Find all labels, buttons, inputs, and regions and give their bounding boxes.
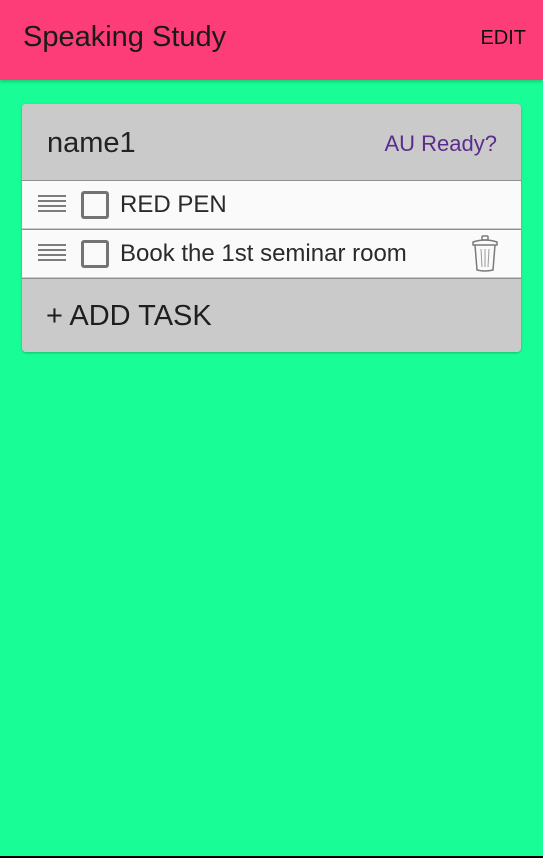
app-bar: Speaking Study EDIT <box>0 0 543 80</box>
trash-icon[interactable] <box>471 235 499 273</box>
task-row: RED PEN <box>22 180 521 228</box>
drag-handle-icon[interactable] <box>38 195 66 215</box>
task-row: Book the 1st seminar room <box>22 229 521 277</box>
task-checkbox[interactable] <box>81 240 109 268</box>
card-header: name1 AU Ready? <box>22 104 521 180</box>
card-status-link[interactable]: AU Ready? <box>384 131 497 157</box>
task-label: Book the 1st seminar room <box>120 240 407 267</box>
task-checkbox[interactable] <box>81 191 109 219</box>
task-label: RED PEN <box>120 191 227 218</box>
card-name: name1 <box>47 127 136 159</box>
app-title: Speaking Study <box>23 21 227 53</box>
add-task-area: + ADD TASK <box>22 278 521 352</box>
add-task-button[interactable]: + ADD TASK <box>46 300 212 333</box>
edit-button[interactable]: EDIT <box>480 27 526 50</box>
task-card: name1 AU Ready? RED PEN Book the 1st sem… <box>22 104 521 352</box>
drag-handle-icon[interactable] <box>38 244 66 264</box>
